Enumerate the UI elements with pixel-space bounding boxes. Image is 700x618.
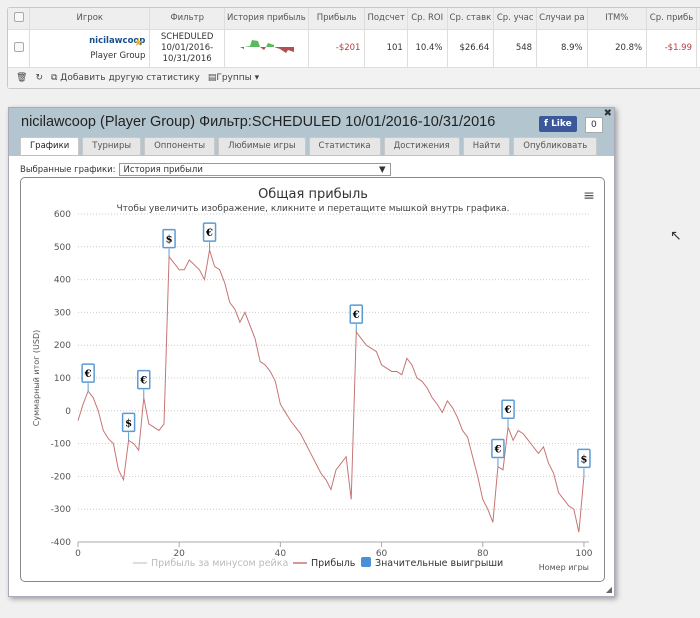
facebook-like-button[interactable]: f Like	[539, 116, 577, 132]
win-marker-symbol: €	[84, 369, 92, 380]
tab-charts[interactable]: Графики	[20, 137, 80, 155]
y-tick-label: 300	[54, 308, 71, 318]
add-stat-label: Добавить другую статистику	[60, 72, 200, 83]
win-marker-symbol: $	[166, 235, 173, 246]
profit-sparkline	[240, 39, 295, 53]
col-player[interactable]: Игрок	[29, 8, 151, 30]
tab-find[interactable]: Найти	[462, 137, 511, 155]
groups-label: Группы	[216, 72, 252, 83]
y-axis-label: Суммарный итог (USD)	[32, 330, 41, 427]
facebook-icon: f	[544, 119, 552, 129]
x-axis-label: Номер игры	[539, 563, 589, 572]
trash-icon[interactable]: 🗑	[16, 73, 27, 83]
y-tick-label: -200	[51, 472, 72, 482]
filter-end: 10/31/2016	[162, 53, 212, 64]
stats-table: Игрок Фильтр История прибыль Прибыль Под…	[8, 8, 700, 68]
dialog-title: nicilawcoop (Player Group) Фильтр:SCHEDU…	[21, 114, 496, 130]
avg-profit-value: -$1.99	[646, 29, 697, 68]
win-marker-symbol: €	[504, 405, 512, 416]
player-dialog: nicilawcoop (Player Group) Фильтр:SCHEDU…	[8, 107, 615, 597]
dropdown-arrow-icon: ▼	[378, 164, 386, 175]
table-toolbar: 🗑 ↻ ⧉ Добавить другую статистику ▤Группы…	[8, 67, 700, 88]
chart-select[interactable]: История прибыли ▼	[118, 163, 391, 176]
chart-title: Общая прибыль	[258, 187, 368, 202]
tab-tournaments[interactable]: Турниры	[82, 137, 142, 155]
tab-opponents[interactable]: Оппоненты	[144, 137, 216, 155]
y-tick-label: -300	[51, 505, 72, 515]
y-tick-label: 500	[54, 243, 71, 253]
itm-value: 20.8%	[587, 29, 648, 68]
cases-value: 8.9%	[536, 29, 588, 68]
add-icon: ⧉	[50, 72, 61, 83]
count-value: 101	[364, 29, 408, 68]
select-label: Выбранные графики:	[20, 164, 116, 175]
add-stat-button[interactable]: ⧉ Добавить другую статистику	[51, 73, 200, 83]
resize-handle-icon[interactable]: ◢	[606, 585, 612, 594]
y-tick-label: 600	[54, 210, 71, 220]
col-filter[interactable]: Фильтр	[149, 8, 225, 30]
y-tick-label: -100	[51, 440, 72, 450]
win-marker-symbol: €	[205, 228, 213, 239]
col-profit[interactable]: Прибыль	[308, 8, 366, 30]
refresh-icon[interactable]: ↻	[35, 73, 43, 83]
player-group: Player Group	[90, 50, 146, 61]
y-tick-label: 100	[54, 374, 71, 384]
col-entrants[interactable]: Ср. учас	[493, 8, 538, 30]
chevron-down-icon: ▾	[254, 72, 260, 83]
filter-type: SCHEDULED	[160, 31, 214, 42]
col-avg-profit[interactable]: Ср. прибь	[646, 8, 697, 30]
legend-wins: Значительные выигрыши	[375, 558, 503, 569]
tab-favorite-games[interactable]: Любимые игры	[218, 137, 306, 155]
tab-publish[interactable]: Опубликовать	[513, 137, 598, 155]
mouse-cursor-icon: ↖	[670, 228, 682, 244]
table-row: nicilawcoop Player Group ★ SCHEDULED 10/01/…	[8, 29, 700, 68]
stake-value: $26.64	[447, 29, 495, 68]
win-marker-symbol: $	[580, 454, 587, 465]
player-link[interactable]: nicilawcoop	[34, 36, 145, 46]
col-stake[interactable]: Ср. ставк	[447, 8, 495, 30]
like-count: 0	[585, 117, 603, 133]
y-tick-label: 200	[54, 341, 71, 351]
win-marker-symbol: €	[139, 376, 147, 387]
legend-wins-swatch	[361, 557, 371, 567]
y-tick-label: 400	[54, 276, 71, 286]
tab-achievements[interactable]: Достижения	[383, 137, 460, 155]
win-marker-symbol: €	[352, 310, 360, 321]
award-icon: ★	[133, 35, 144, 49]
like-label: Like	[551, 119, 572, 129]
chart-select-value: История прибыли	[123, 164, 203, 175]
y-tick-label: 0	[65, 407, 71, 417]
x-tick-label: 100	[575, 549, 592, 559]
legend-rake: Прибыль за минусом рейка	[151, 558, 288, 569]
profit-chart[interactable]: Общая прибыль Чтобы увеличить изображение…	[21, 178, 606, 583]
win-marker-symbol: $	[125, 418, 132, 429]
col-history[interactable]: История прибыль	[224, 8, 309, 30]
entrants-value: 548	[493, 29, 538, 68]
win-marker-symbol: €	[493, 445, 501, 456]
select-all-checkbox[interactable]	[13, 11, 24, 22]
legend-profit: Прибыль	[311, 558, 356, 569]
col-cases[interactable]: Случаи ра	[536, 8, 588, 30]
menu-icon[interactable]: ≡	[583, 188, 595, 204]
profit-line	[77, 249, 585, 533]
x-tick-label: 0	[75, 549, 81, 559]
stats-panel: Игрок Фильтр История прибыль Прибыль Под…	[7, 7, 700, 89]
chart-subtitle: Чтобы увеличить изображение, кликните и …	[116, 204, 509, 214]
chart-container[interactable]: Общая прибыль Чтобы увеличить изображение…	[20, 177, 605, 582]
roi-value: 10.4%	[407, 29, 448, 68]
tab-statistics[interactable]: Статистика	[308, 137, 381, 155]
row-checkbox[interactable]	[13, 41, 24, 52]
filter-start: 10/01/2016-	[161, 42, 214, 53]
col-itm[interactable]: ITM%	[587, 8, 648, 30]
profit-value: -$201	[308, 29, 366, 68]
col-count[interactable]: Подсчет	[364, 8, 408, 30]
col-roi[interactable]: Ср. ROI	[407, 8, 448, 30]
groups-button[interactable]: ▤Группы ▾	[208, 73, 259, 83]
y-tick-label: -400	[51, 538, 72, 548]
close-icon[interactable]: ✖	[604, 108, 612, 119]
